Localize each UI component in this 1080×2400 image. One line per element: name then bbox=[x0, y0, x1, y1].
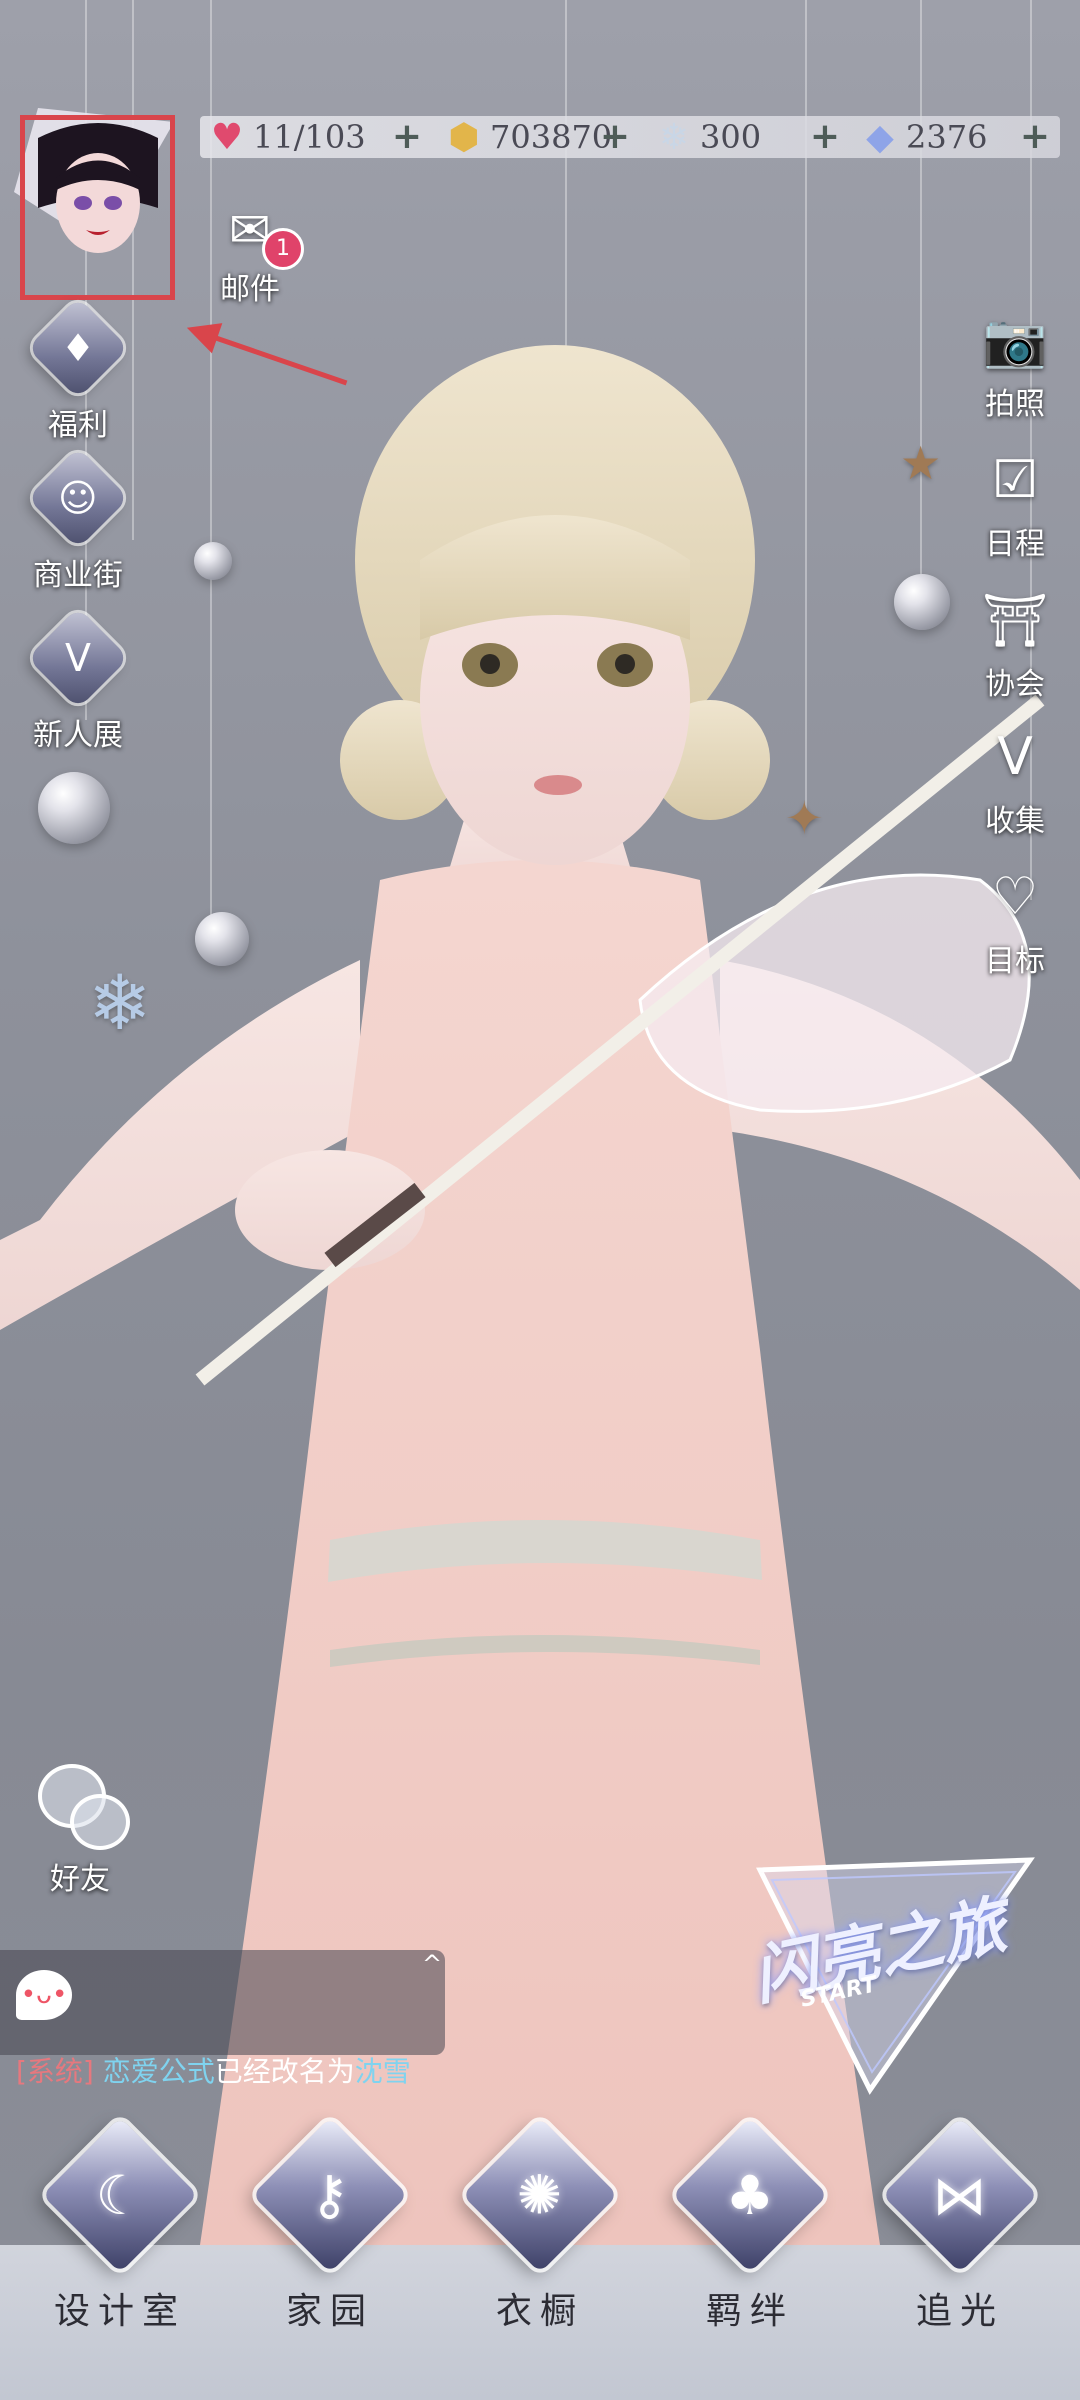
gold-value: 703870 bbox=[490, 118, 613, 156]
annotation-highlight-box bbox=[20, 115, 175, 300]
chat-old-name[interactable]: 恋爱公式 bbox=[103, 2055, 215, 2088]
pearl-ornament bbox=[194, 542, 232, 580]
crystal-icon: ✺ bbox=[462, 2117, 618, 2273]
hot-air-balloon-icon: ♦ bbox=[27, 297, 129, 399]
chat-mascot-icon: •ᴗ• bbox=[16, 1970, 72, 2020]
mall-label: 商业街 bbox=[33, 558, 123, 593]
diamond-resource: ◆ 2376 bbox=[858, 104, 987, 170]
collection-v-icon: V bbox=[997, 727, 1033, 787]
clover-icon: ♣ bbox=[672, 2117, 828, 2273]
start-journey-button[interactable]: 闪亮之旅 START bbox=[720, 1850, 1050, 2100]
add-snow-button[interactable]: + bbox=[806, 118, 844, 156]
mall-button[interactable]: ☺ 商业街 bbox=[18, 447, 138, 594]
nav-label: 羁绊 bbox=[705, 2291, 794, 2332]
nav-design-room[interactable]: ☾ 设计室 bbox=[30, 2117, 210, 2334]
camera-icon: 📷 bbox=[982, 310, 1048, 371]
nav-label: 家园 bbox=[285, 2291, 374, 2332]
hearts-resource: ♥ 11/103 bbox=[205, 104, 366, 170]
add-hearts-button[interactable]: + bbox=[388, 118, 426, 156]
nav-home[interactable]: ⚷ 家园 bbox=[240, 2117, 420, 2334]
mail-label: 邮件 bbox=[220, 272, 280, 307]
guild-button[interactable]: ⛩ 协会 bbox=[960, 585, 1070, 703]
nav-label: 追光 bbox=[915, 2291, 1004, 2332]
friends-icon bbox=[30, 1760, 130, 1850]
butterfly-icon: ⋈ bbox=[882, 2117, 1038, 2273]
hearts-value: 11/103 bbox=[253, 118, 366, 156]
pearl-ornament bbox=[195, 912, 249, 966]
photo-button[interactable]: 📷 拍照 bbox=[960, 305, 1070, 423]
snow-value: 300 bbox=[700, 118, 762, 156]
add-diamond-button[interactable]: + bbox=[1016, 118, 1054, 156]
mail-badge: 1 bbox=[262, 228, 304, 270]
nav-label: 设计室 bbox=[53, 2291, 186, 2332]
hanging-string bbox=[920, 0, 922, 580]
friend-label: 好友 bbox=[50, 1862, 110, 1897]
nav-chase-light[interactable]: ⋈ 追光 bbox=[870, 2117, 1050, 2334]
snowflake-crystal-icon: ❄ bbox=[658, 116, 690, 158]
nav-label: 衣橱 bbox=[495, 2291, 584, 2332]
nav-bond[interactable]: ♣ 羁绊 bbox=[660, 2117, 840, 2334]
moon-icon: ☾ bbox=[42, 2117, 198, 2273]
star-ornament-icon: ★ bbox=[900, 436, 942, 490]
welfare-button[interactable]: ♦ 福利 bbox=[18, 297, 138, 444]
schedule-button[interactable]: ☑ 日程 bbox=[960, 445, 1070, 563]
heart-gem-icon: ♥ bbox=[210, 116, 244, 158]
annotation-arrow bbox=[199, 330, 348, 386]
collect-button[interactable]: V 收集 bbox=[960, 722, 1070, 840]
snow-resource: ❄ 300 bbox=[652, 104, 761, 170]
medal-heart-icon: ♡ bbox=[991, 867, 1039, 927]
gold-coin-icon: ⬢ bbox=[448, 116, 480, 158]
chat-message: [系统] 恋爱公式已经改名为沈雪 bbox=[16, 2050, 411, 2090]
diamond-value: 2376 bbox=[906, 118, 988, 156]
welfare-label: 福利 bbox=[48, 408, 108, 443]
friend-button[interactable]: 好友 bbox=[20, 1760, 140, 1898]
goal-button[interactable]: ♡ 目标 bbox=[960, 862, 1070, 980]
calendar-check-icon: ☑ bbox=[991, 450, 1039, 510]
star-ornament-icon: ✦ bbox=[785, 791, 824, 845]
goal-label: 目标 bbox=[985, 944, 1045, 979]
guild-label: 协会 bbox=[985, 667, 1045, 702]
add-gold-button[interactable]: + bbox=[596, 118, 634, 156]
nav-wardrobe[interactable]: ✺ 衣橱 bbox=[450, 2117, 630, 2334]
newbie-label: 新人展 bbox=[33, 718, 123, 753]
newbie-button[interactable]: V 新人展 bbox=[18, 607, 138, 754]
photo-label: 拍照 bbox=[985, 387, 1045, 422]
snowflake-ornament-icon: ❄ bbox=[88, 958, 152, 1047]
chat-text: 已经改名为 bbox=[214, 2055, 355, 2088]
pearl-ornament bbox=[894, 574, 950, 630]
shopping-bag-icon: ☺ bbox=[27, 447, 129, 549]
chat-new-name[interactable]: 沈雪 bbox=[355, 2055, 411, 2088]
schedule-label: 日程 bbox=[985, 527, 1045, 562]
gold-resource: ⬢ 703870 bbox=[442, 104, 612, 170]
chat-collapse-icon[interactable]: ^ bbox=[422, 1950, 442, 1978]
key-icon: ⚷ bbox=[252, 2117, 408, 2273]
collect-label: 收集 bbox=[985, 804, 1045, 839]
pearl-ornament bbox=[38, 772, 110, 844]
annotation-arrow-head bbox=[181, 312, 223, 354]
hanging-string bbox=[565, 0, 567, 360]
building-icon: ⛩ bbox=[981, 590, 1048, 651]
diamond-icon: ◆ bbox=[866, 116, 894, 158]
system-tag: [系统] bbox=[16, 2055, 94, 2088]
trophy-v-icon: V bbox=[27, 607, 129, 709]
